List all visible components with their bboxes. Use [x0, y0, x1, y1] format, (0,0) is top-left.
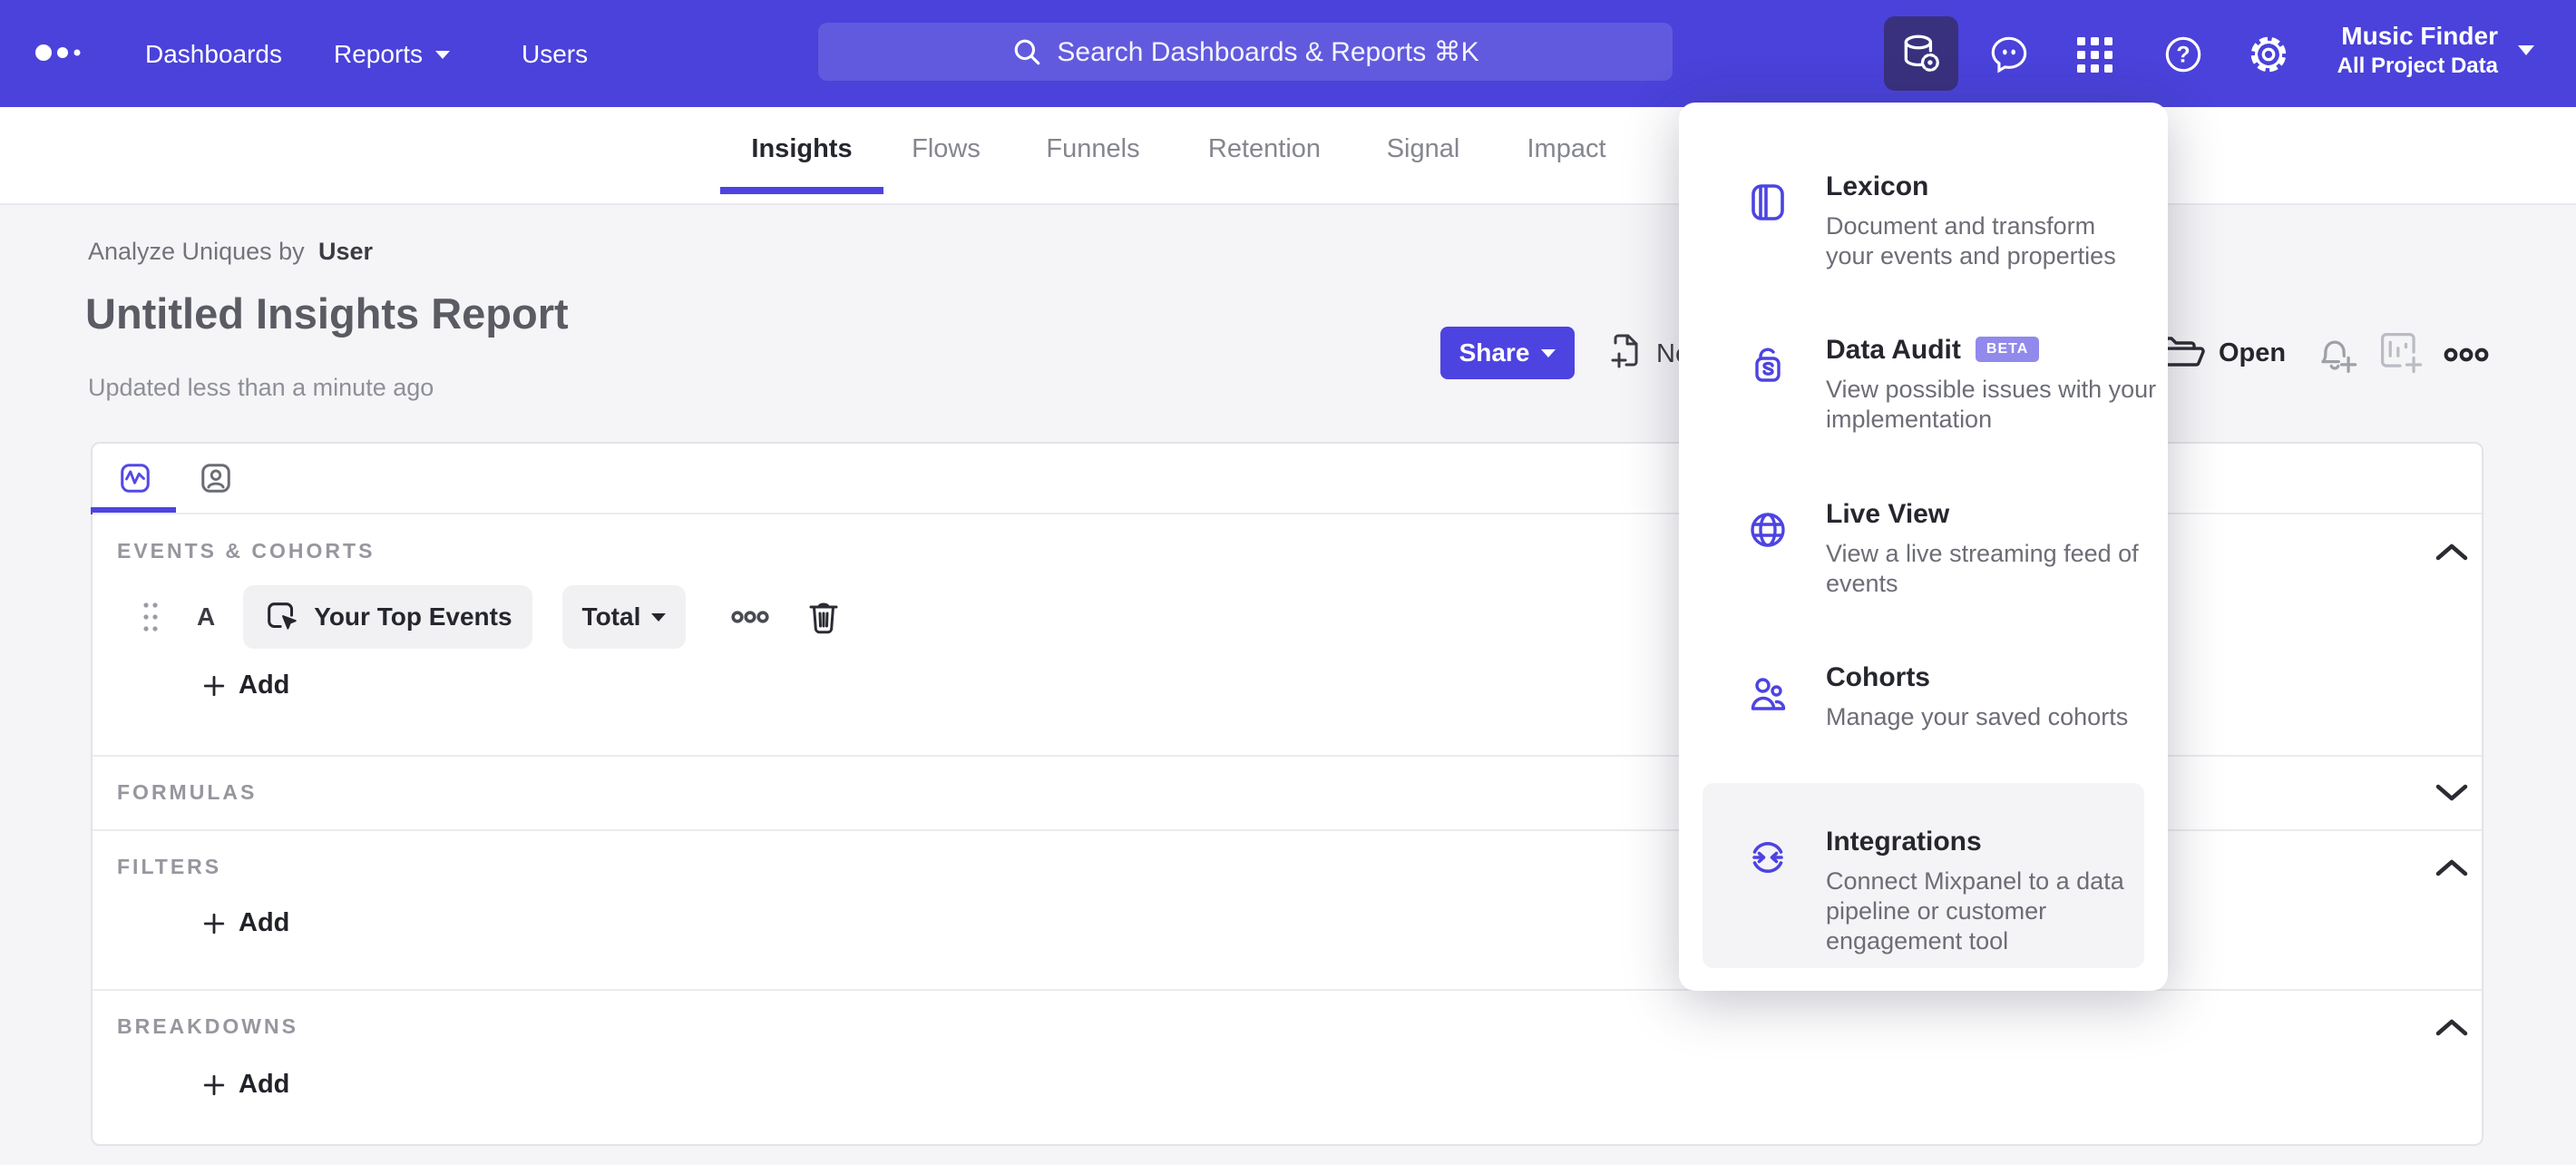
event-selector[interactable]: Your Top Events — [243, 585, 532, 649]
menu-item-title: Live View — [1826, 499, 1950, 529]
menu-item-title: Data Audit BETA — [1826, 335, 2166, 366]
menu-item-lexicon[interactable]: Lexicon Document and transform your even… — [1679, 171, 2168, 271]
section-formulas: FORMULAS — [117, 780, 258, 804]
chevron-down-icon — [651, 612, 667, 622]
plus-icon — [203, 1074, 225, 1095]
app-screen: Dashboards Reports Users Search Dashboar… — [0, 0, 2576, 1165]
nav-dashboards[interactable]: Dashboards — [145, 40, 282, 69]
svg-text:?: ? — [2176, 42, 2190, 67]
section-breakdowns: BREAKDOWNS — [117, 1014, 298, 1038]
share-button[interactable]: Share — [1440, 327, 1575, 379]
chevron-down-icon — [2518, 44, 2534, 55]
section-filters: FILTERS — [117, 855, 222, 878]
feedback-bubble-icon — [1991, 36, 2027, 73]
profile-icon[interactable] — [199, 461, 233, 495]
nav-users[interactable]: Users — [522, 40, 588, 69]
row-more-icon[interactable] — [731, 610, 769, 624]
add-filter-button[interactable]: Add — [202, 908, 289, 938]
apps-grid-icon — [2077, 37, 2113, 73]
menu-item-data-audit[interactable]: Data Audit BETA View possible issues wit… — [1679, 335, 2168, 435]
breadcrumb-prefix: Analyze Uniques by — [88, 238, 305, 265]
settings-gear-icon — [2250, 36, 2287, 73]
menu-item-description: Connect Mixpanel to a data pipeline or c… — [1826, 867, 2124, 955]
mixpanel-logo-icon[interactable] — [34, 38, 87, 67]
menu-item-description: Manage your saved cohorts — [1826, 703, 2129, 730]
data-audit-icon — [1755, 348, 1781, 382]
tab-retention[interactable]: Retention — [1208, 134, 1321, 164]
chevron-down-icon — [435, 50, 451, 59]
tab-funnels[interactable]: Funnels — [1046, 134, 1139, 164]
menu-item-cohorts[interactable]: Cohorts Manage your saved cohorts — [1679, 662, 2168, 732]
menu-item-integrations[interactable]: Integrations Connect Mixpanel to a data … — [1679, 827, 2168, 956]
more-icon[interactable] — [2444, 347, 2489, 363]
updated-status: Updated less than a minute ago — [88, 374, 434, 401]
tab-insights[interactable]: Insights — [751, 134, 852, 164]
add-event-button[interactable]: Add — [202, 671, 289, 700]
active-tab-underline — [720, 187, 883, 194]
series-letter: A — [197, 602, 216, 631]
insights-chart-icon[interactable] — [118, 461, 152, 495]
plus-icon — [203, 913, 225, 934]
collapse-breakdowns-chevron-up-icon[interactable] — [2435, 1016, 2469, 1038]
beta-badge: BETA — [1975, 337, 2040, 362]
collapse-events-chevron-up-icon[interactable] — [2435, 541, 2469, 563]
tab-flows[interactable]: Flows — [912, 134, 981, 164]
expand-formulas-chevron-down-icon[interactable] — [2435, 782, 2469, 804]
top-nav: Dashboards Reports Users Search Dashboar… — [0, 0, 2576, 107]
menu-item-title: Integrations — [1826, 827, 1982, 857]
lexicon-book-icon — [1751, 184, 1784, 220]
nav-reports[interactable]: Reports — [334, 40, 451, 69]
menu-item-description: View possible issues with your implement… — [1826, 376, 2157, 433]
breadcrumb-entity[interactable]: User — [318, 238, 373, 266]
menu-item-live-view[interactable]: Live View View a live streaming feed of … — [1679, 499, 2168, 599]
drag-handle-icon[interactable] — [141, 599, 160, 635]
menu-item-description: Document and transform your events and p… — [1826, 212, 2116, 269]
page-title[interactable]: Untitled Insights Report — [85, 289, 569, 338]
data-tools-button[interactable] — [1884, 16, 1958, 91]
cohorts-users-icon — [1751, 678, 1786, 710]
event-click-icon — [268, 602, 297, 630]
data-tools-menu: Lexicon Document and transform your even… — [1679, 103, 2168, 991]
trash-icon[interactable] — [807, 599, 840, 635]
new-report-icon[interactable] — [1604, 330, 1647, 374]
search-icon — [1015, 39, 1040, 65]
open-label[interactable]: Open — [2219, 338, 2286, 368]
tab-signal[interactable]: Signal — [1387, 134, 1460, 164]
project-switcher[interactable]: Music Finder All Project Data — [2337, 20, 2534, 80]
apps-button[interactable] — [2071, 31, 2118, 78]
project-scope: All Project Data — [2337, 54, 2498, 78]
globe-icon — [1751, 513, 1785, 547]
data-tools-icon — [1904, 34, 1939, 72]
menu-item-title: Lexicon — [1826, 171, 1929, 201]
menu-item-title: Cohorts — [1826, 662, 1930, 692]
help-button[interactable]: ? — [2160, 31, 2207, 78]
search-input[interactable]: Search Dashboards & Reports ⌘K — [818, 23, 1673, 81]
chart-plus-icon[interactable] — [2375, 327, 2425, 377]
chevron-down-icon — [1541, 348, 1556, 357]
section-events-cohorts: EVENTS & COHORTS — [117, 539, 376, 563]
query-row: A Your Top Events Total — [141, 585, 840, 649]
project-name: Music Finder — [2341, 22, 2498, 50]
aggregation-selector[interactable]: Total — [561, 585, 687, 649]
integrations-sync-icon — [1752, 842, 1783, 873]
bell-plus-icon[interactable] — [2309, 328, 2360, 379]
collapse-filters-chevron-up-icon[interactable] — [2435, 857, 2469, 878]
report-tabbar: Insights Flows Funnels Retention Signal … — [0, 107, 2576, 205]
add-breakdown-button[interactable]: Add — [202, 1070, 289, 1100]
feedback-button[interactable] — [1986, 31, 2033, 78]
settings-button[interactable] — [2245, 31, 2292, 78]
menu-item-description: View a live streaming feed of events — [1826, 540, 2139, 597]
help-icon: ? — [2165, 36, 2201, 73]
search-placeholder: Search Dashboards & Reports ⌘K — [1057, 36, 1479, 67]
plus-icon — [203, 675, 225, 696]
tab-impact[interactable]: Impact — [1527, 134, 1605, 164]
